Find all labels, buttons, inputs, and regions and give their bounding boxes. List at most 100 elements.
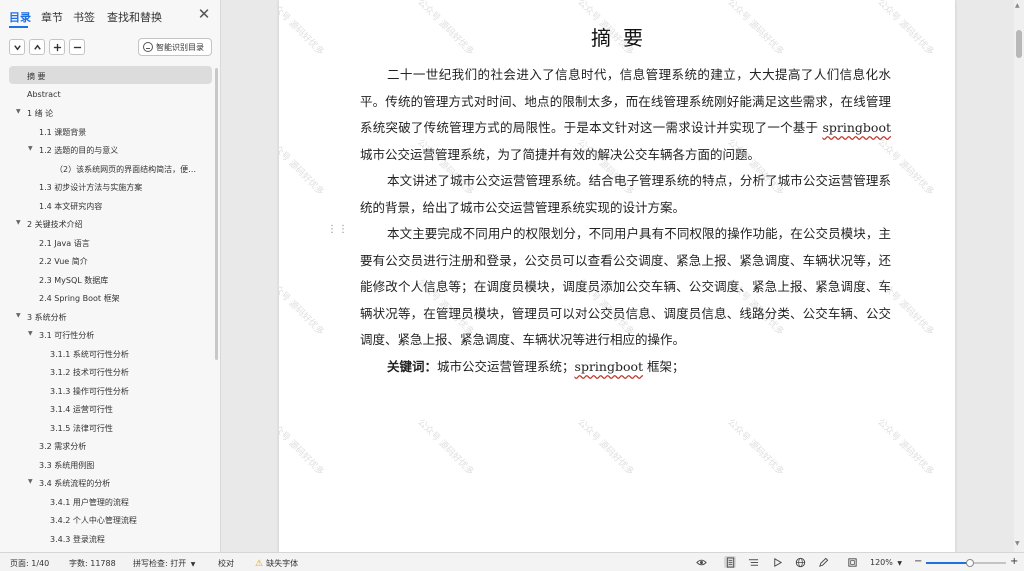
toc-item[interactable]: 摘 要 [9, 66, 212, 84]
expand-caret-icon[interactable]: ▼ [16, 219, 21, 226]
spelling-error-mark[interactable]: springboot [575, 359, 644, 374]
expand-caret-icon[interactable]: ▼ [28, 145, 33, 152]
spell-check-label: 拼写检查: 打开 [133, 559, 187, 568]
page-indicator[interactable]: 页面: 1/40 [10, 558, 49, 569]
toc-item[interactable]: 3.1.4 运营可行性 [0, 399, 214, 417]
toc-item-label: 2.2 Vue 简介 [39, 257, 88, 266]
toc-item-label: 摘 要 [27, 72, 46, 81]
tab-chapters[interactable]: 章节 [41, 9, 63, 25]
toc-item[interactable]: 3.1.1 系统可行性分析 [0, 344, 214, 362]
paragraph-1-text: 二十一世纪我们的社会进入了信息时代，信息管理系统的建立，大大提高了人们信息化水平… [360, 67, 891, 162]
toc-item[interactable]: 2.1 Java 语言 [0, 233, 214, 251]
page-view-icon[interactable] [724, 556, 736, 568]
toc-item[interactable]: 3.4.2 个人中心管理流程 [0, 510, 214, 528]
toc-item[interactable]: 3.1.3 操作可行性分析 [0, 381, 214, 399]
toc-item-label: 3.1.5 法律可行性 [50, 423, 113, 433]
toc-item[interactable]: 3.1.2 技术可行性分析 [0, 362, 214, 380]
toc-item-label: 3.1.2 技术可行性分析 [50, 368, 129, 377]
toc-item-label: 1.4 本文研究内容 [39, 201, 103, 211]
expand-caret-icon[interactable]: ▼ [28, 330, 33, 337]
toc-item-label: 3.3 系统用例图 [39, 460, 95, 470]
zoom-in-icon[interactable]: + [1010, 556, 1018, 567]
toc-item[interactable]: ▼ 2 关键技术介绍 [0, 214, 214, 232]
toc-item[interactable]: ▼ 1 绪 论 [0, 103, 214, 121]
zoom-level: 120% [870, 558, 893, 567]
toc-item-label: 3.1.3 操作可行性分析 [50, 386, 129, 396]
zoom-slider[interactable] [926, 559, 1006, 567]
word-count[interactable]: 字数: 11788 [69, 558, 116, 569]
expand-caret-icon[interactable]: ▼ [16, 312, 21, 319]
outline-view-icon[interactable] [747, 556, 759, 568]
toc-item-label: 3.1.4 运营可行性 [50, 405, 113, 414]
toc-item[interactable]: （2）该系统网页的界面结构简洁，便… [0, 159, 214, 177]
toc-item[interactable]: 3.4.3 登录流程 [0, 529, 214, 547]
remove-heading-button[interactable] [69, 39, 85, 55]
toc-item[interactable]: 2.2 Vue 简介 [0, 251, 214, 269]
missing-font-label: 缺失字体 [266, 559, 299, 568]
toc-scrollbar[interactable] [215, 68, 218, 360]
zoom-out-icon[interactable]: − [914, 556, 922, 567]
toc-item[interactable]: 3.3 系统用例图 [0, 455, 214, 473]
spell-check-toggle[interactable]: 拼写检查: 打开 ▼ [133, 558, 195, 569]
tab-bookmarks[interactable]: 书签 [73, 9, 95, 25]
pen-icon[interactable] [817, 556, 829, 568]
smart-toc-button[interactable]: 智能识别目录 [138, 38, 212, 56]
toc-item[interactable]: ▼ 3 系统分析 [0, 307, 214, 325]
toc-item[interactable]: 2.3 MySQL 数据库 [0, 270, 214, 288]
toc-item[interactable]: ▼ 3.1 可行性分析 [0, 325, 214, 343]
toc-item-label: 1.3 初步设计方法与实施方案 [39, 183, 143, 192]
toc-item-label: 3.4.2 个人中心管理流程 [50, 516, 137, 525]
proofread-button[interactable]: 校对 [218, 558, 234, 569]
spelling-error-mark[interactable]: springboot [822, 120, 891, 135]
active-tab-indicator [9, 26, 28, 28]
paragraph-1: 二十一世纪我们的社会进入了信息时代，信息管理系统的建立，大大提高了人们信息化水平… [360, 62, 891, 168]
toc-item[interactable]: ▼ 3.4 系统流程的分析 [0, 473, 214, 491]
chevron-down-icon [13, 44, 21, 50]
collapse-all-button[interactable] [9, 39, 25, 55]
toc-item-label: 3.4.3 登录流程 [50, 534, 105, 544]
scroll-up-icon[interactable]: ▲ [1015, 2, 1020, 9]
watermark-text: 公众号 源码好优多 [415, 417, 476, 478]
globe-icon[interactable] [794, 556, 806, 568]
zoom-dropdown[interactable]: 120% ▼ [870, 558, 902, 567]
paragraph-2-text: 本文讲述了城市公交运营管理系统。结合电子管理系统的特点，分析了城市公交运营管理系… [360, 173, 891, 215]
toc-item[interactable]: 1.1 课题背景 [0, 122, 214, 140]
chevron-down-icon: ▼ [190, 561, 196, 568]
toc-item[interactable]: 3.4.1 用户管理的流程 [0, 492, 214, 510]
toc-item-label: 3.1 可行性分析 [39, 331, 95, 340]
tab-find-replace[interactable]: 查找和替换 [107, 9, 162, 25]
missing-font-button[interactable]: ⚠ 缺失字体 [255, 558, 298, 569]
drag-handle-icon[interactable]: ⋮⋮ [327, 225, 349, 235]
play-icon[interactable] [771, 556, 783, 568]
expand-caret-icon[interactable]: ▼ [28, 478, 33, 485]
toc-item-label: 2 关键技术介绍 [27, 220, 83, 229]
toc-item-label: （2）该系统网页的界面结构简洁，便… [55, 164, 197, 174]
zoom-slider-knob[interactable] [966, 559, 974, 567]
expand-caret-icon[interactable]: ▼ [16, 108, 21, 115]
toc-item[interactable]: 1.4 本文研究内容 [0, 196, 214, 214]
toc-item[interactable]: 2.4 Spring Boot 框架 [0, 288, 214, 306]
eye-icon[interactable] [695, 556, 707, 568]
toc-item[interactable]: Abstract [0, 85, 214, 103]
watermark-text: 公众号 源码好优多 [575, 417, 636, 478]
toc-item[interactable]: 3.2 需求分析 [0, 436, 214, 454]
navigation-pane: 目录 章节 书签 查找和替换 ✕ 智能识别目录 摘 要 Abstract ▼ 1 绪 … [0, 0, 221, 552]
document-page[interactable]: 摘要 二十一世纪我们的社会进入了信息时代，信息管理系统的建立，大大提高了人们信息… [279, 0, 955, 552]
paragraph-3: 本文主要完成不同用户的权限划分，不同用户具有不同权限的操作功能，在公交员模块，主… [360, 221, 891, 354]
close-icon[interactable]: ✕ [197, 7, 211, 22]
toc-item-label: 1.1 课题背景 [39, 127, 87, 137]
watermark-text: 公众号 源码好优多 [725, 417, 786, 478]
toc-item[interactable]: ▼ 1.2 选题的目的与意义 [0, 140, 214, 158]
add-heading-button[interactable] [49, 39, 65, 55]
scroll-down-icon[interactable]: ▼ [1015, 540, 1020, 547]
toc-item[interactable]: 3.1.5 法律可行性 [0, 418, 214, 436]
tab-toc[interactable]: 目录 [9, 9, 31, 25]
expand-all-button[interactable] [29, 39, 45, 55]
scrollbar-thumb[interactable] [1016, 30, 1022, 58]
fit-page-icon[interactable] [846, 556, 858, 568]
document-scrollbar[interactable]: ▲ ▼ [1014, 0, 1024, 552]
toc-item-label: 3.2 需求分析 [39, 442, 87, 451]
toc-item-label: 3.4.1 用户管理的流程 [50, 497, 129, 507]
toc-item[interactable]: 1.3 初步设计方法与实施方案 [0, 177, 214, 195]
toc-item-label: Abstract [27, 89, 61, 99]
